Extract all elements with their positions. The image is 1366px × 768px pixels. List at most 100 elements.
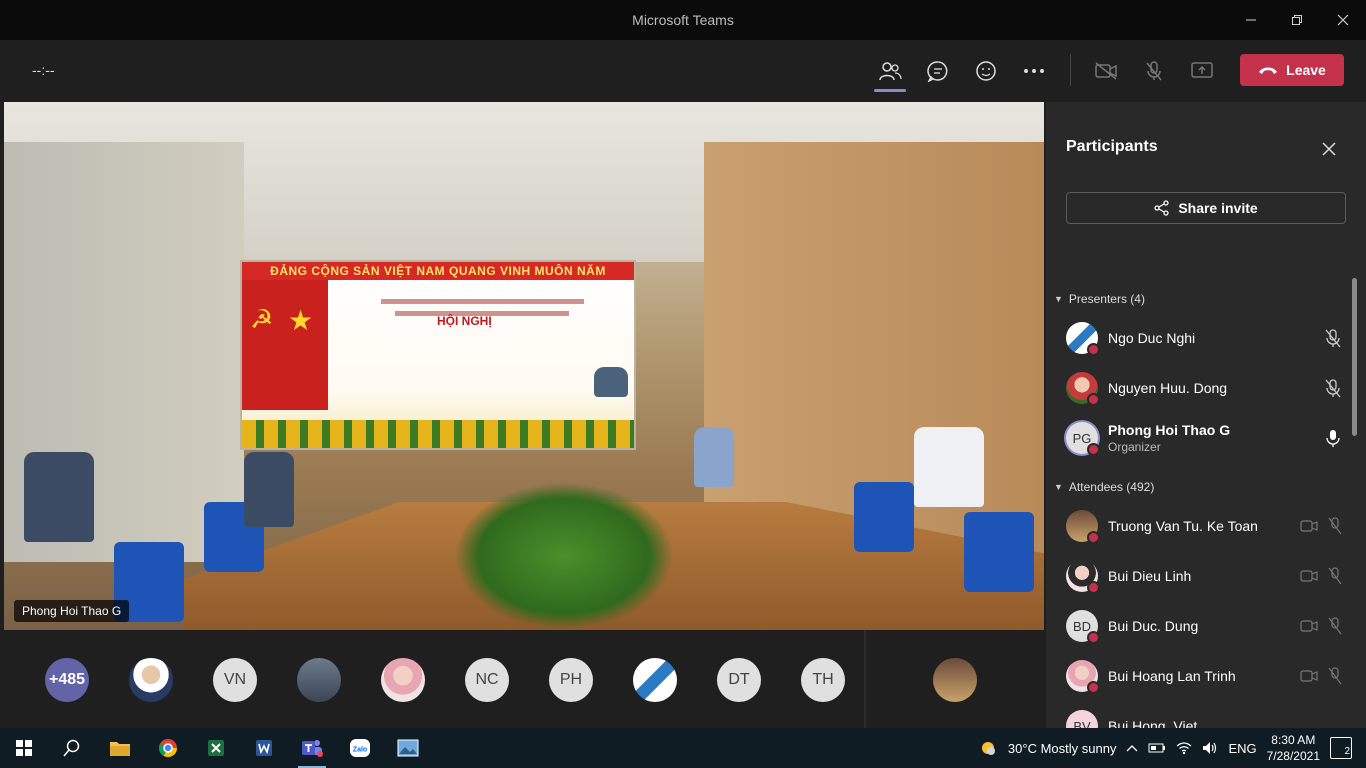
image-icon: [397, 739, 419, 757]
participant-avatar[interactable]: PH: [549, 658, 593, 702]
participant-avatar[interactable]: VN: [213, 658, 257, 702]
weather-text[interactable]: 30°C Mostly sunny: [1008, 741, 1117, 756]
participant-name: Bui Hong. Viet: [1108, 718, 1198, 728]
toolbar-divider: [1070, 54, 1071, 86]
speaker-person: [594, 367, 628, 397]
participant-row[interactable]: BD Bui Duc. Dung: [1066, 606, 1342, 646]
start-button[interactable]: [0, 728, 48, 768]
people-icon: [879, 62, 902, 81]
flag-panel: ☭ ★: [242, 280, 328, 410]
leave-label: Leave: [1286, 62, 1326, 78]
overflow-count-avatar[interactable]: +485: [45, 658, 89, 702]
camera-off-icon: [1095, 62, 1117, 80]
camera-button[interactable]: [1086, 52, 1126, 90]
notification-count: 2: [1344, 746, 1350, 757]
mic-off-icon: [1328, 567, 1342, 585]
excel-icon: [208, 740, 224, 756]
more-icon: [1024, 69, 1044, 73]
close-panel-button[interactable]: [1320, 140, 1338, 158]
wifi-icon: [1177, 742, 1192, 755]
chair: [964, 512, 1034, 592]
participant-row[interactable]: PG Phong Hoi Thao G Organizer: [1066, 418, 1342, 458]
close-window-button[interactable]: [1320, 0, 1366, 40]
raise-hand-icon: [976, 61, 996, 81]
chrome-icon: [159, 739, 177, 758]
attendees-heading: Attendees (492): [1068, 480, 1155, 494]
participant-avatar: PG: [1066, 422, 1100, 456]
main-video[interactable]: ĐẢNG CỘNG SẢN VIỆT NAM QUANG VINH MUÔN N…: [4, 102, 1044, 630]
clock-time: 8:30 AM: [1271, 733, 1316, 747]
participant-avatar: [1066, 510, 1100, 544]
volume-icon: [1203, 742, 1217, 754]
chat-icon: [927, 61, 948, 82]
participant-avatar[interactable]: [129, 658, 173, 702]
notifications-button[interactable]: 2: [1330, 737, 1352, 759]
photos-button[interactable]: [384, 728, 432, 768]
conference-screen: ĐẢNG CỘNG SẢN VIỆT NAM QUANG VINH MUÔN N…: [240, 260, 636, 450]
zalo-button[interactable]: Zalo: [336, 728, 384, 768]
chair: [854, 482, 914, 552]
hang-up-icon: [1259, 67, 1278, 74]
chat-button[interactable]: [918, 52, 958, 90]
word-button[interactable]: [240, 728, 288, 768]
reactions-button[interactable]: [966, 52, 1006, 90]
chevron-up-icon: [1126, 745, 1138, 752]
participant-avatar[interactable]: [633, 658, 677, 702]
file-explorer-button[interactable]: [96, 728, 144, 768]
window-title: Microsoft Teams: [632, 12, 734, 28]
caret-down-icon: ▼: [1054, 482, 1063, 492]
chrome-button[interactable]: [144, 728, 192, 768]
share-invite-label: Share invite: [1178, 200, 1258, 216]
centre-plant: [454, 482, 674, 630]
more-actions-button[interactable]: [1014, 52, 1054, 90]
search-button[interactable]: [48, 728, 96, 768]
mic-off-icon: [1328, 667, 1342, 685]
maximize-button[interactable]: [1274, 0, 1320, 40]
mic-off-icon: [1328, 517, 1342, 535]
participant-row[interactable]: Bui Dieu Linh: [1066, 556, 1342, 596]
mic-off-icon: [1325, 379, 1341, 398]
panel-title: Participants: [1066, 138, 1158, 155]
attendee-person: [24, 452, 94, 542]
teams-button[interactable]: [288, 728, 336, 768]
participant-row[interactable]: Nguyen Huu. Dong: [1066, 368, 1342, 408]
system-clock[interactable]: 8:30 AM 7/28/2021: [1267, 732, 1320, 764]
participant-row[interactable]: Truong Van Tu. Ke Toan: [1066, 506, 1342, 546]
window-controls: [1228, 0, 1366, 40]
participant-avatar: BD: [1066, 610, 1100, 644]
participant-avatar[interactable]: [381, 658, 425, 702]
meeting-timer: --:--: [32, 62, 55, 78]
mic-off-icon: [1146, 61, 1162, 81]
excel-button[interactable]: [192, 728, 240, 768]
teams-icon: [302, 740, 323, 757]
minimize-button[interactable]: [1228, 0, 1274, 40]
participant-avatar[interactable]: TH: [801, 658, 845, 702]
participant-row[interactable]: BV Bui Hong. Viet: [1066, 706, 1342, 728]
participant-avatar[interactable]: DT: [717, 658, 761, 702]
star-icon: ★: [288, 305, 314, 336]
participant-avatar[interactable]: NC: [465, 658, 509, 702]
participants-button[interactable]: [870, 52, 910, 92]
close-icon: [1322, 142, 1336, 156]
leave-button[interactable]: Leave: [1240, 54, 1344, 86]
caret-down-icon: ▼: [1054, 294, 1063, 304]
panel-scrollbar[interactable]: [1352, 278, 1357, 436]
self-avatar[interactable]: [933, 658, 977, 702]
participant-row[interactable]: Bui Hoang Lan Trinh: [1066, 656, 1342, 696]
attendees-section-toggle[interactable]: ▼ Attendees (492): [1054, 480, 1154, 494]
share-invite-button[interactable]: Share invite: [1066, 192, 1346, 224]
windows-logo-icon: [16, 740, 32, 756]
microphone-button[interactable]: [1134, 52, 1174, 90]
participant-avatar: BV: [1066, 710, 1098, 728]
camera-off-icon: [1300, 670, 1318, 682]
minimize-icon: [1246, 19, 1256, 21]
share-screen-button[interactable]: [1182, 52, 1222, 90]
presenters-section-toggle[interactable]: ▼ Presenters (4): [1054, 292, 1145, 306]
media-controls: [1086, 52, 1222, 90]
participant-name: Bui Dieu Linh: [1108, 568, 1192, 584]
participant-row[interactable]: Ngo Duc Nghi: [1066, 318, 1342, 358]
participant-name: Nguyen Huu. Dong: [1108, 380, 1228, 396]
input-language[interactable]: ENG: [1228, 741, 1256, 756]
participant-avatar[interactable]: [297, 658, 341, 702]
attendee-person: [914, 427, 984, 507]
